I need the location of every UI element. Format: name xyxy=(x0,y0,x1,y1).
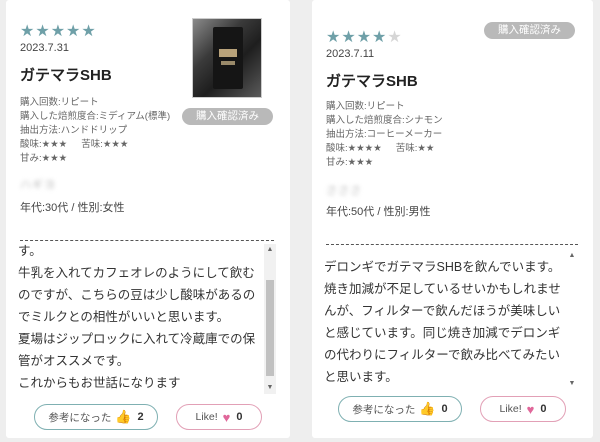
purchase-count: 購入回数:リピート xyxy=(20,97,99,108)
review-card-2: ★★★★★ 購入確認済み 2023.7.11 ガテマラSHB 購入回数:リピート… xyxy=(312,0,593,438)
review-paragraph: これからもお世話になります xyxy=(18,376,181,390)
scroll-down-arrow-icon[interactable]: ▼ xyxy=(264,382,276,394)
bitterness-rating: 苦味:★★★ xyxy=(81,139,129,150)
helpful-count: 2 xyxy=(137,411,144,423)
review-body: す。 牛乳を入れてカフェオレのようにして飲むのですが、こちらの豆は少し酸味がある… xyxy=(18,240,262,396)
like-label: Like! xyxy=(499,403,522,415)
review-card-1: ★★★★★ 2023.7.31 ガテマラSHB 購入確認済み 購入回数:リピート… xyxy=(6,0,290,438)
star-icon: ★ xyxy=(81,23,97,40)
review-paragraph: す。 xyxy=(18,244,42,258)
review-paragraph: 夏場はジップロックに入れて冷蔵庫での保管がオススメです。 xyxy=(18,332,256,368)
sweetness-rating: 甘み:★★★ xyxy=(20,153,68,164)
helpful-button[interactable]: 参考になった 👍 0 xyxy=(338,396,462,422)
review-paragraph: デロンギでガテマラSHBを飲んでいます。焼き加減が不足しているせいかもしれません… xyxy=(324,260,561,384)
review-meta: 購入回数:リピート 購入した焙煎度合:ミディアム(標準) 抽出方法:ハンドドリッ… xyxy=(20,96,170,166)
helpful-label: 参考になった xyxy=(352,403,416,416)
purchase-count: 購入回数:リピート xyxy=(326,101,405,112)
heart-icon: ♥ xyxy=(222,409,231,425)
review-title: ガテマラSHB xyxy=(20,67,112,84)
divider xyxy=(326,244,578,245)
taste-row: 酸味:★★★★ 苦味:★★ xyxy=(326,142,443,156)
verified-purchase-badge: 購入確認済み xyxy=(484,22,575,39)
star-icon: ★ xyxy=(326,29,342,46)
review-date: 2023.7.11 xyxy=(326,48,375,60)
sweetness-rating: 甘み:★★★ xyxy=(326,157,374,168)
review-meta: 購入回数:リピート 購入した焙煎度合:シナモン 抽出方法:コーヒーメーカー 酸味… xyxy=(326,100,443,170)
review-scrollbar[interactable]: ▲ ▼ xyxy=(264,244,276,394)
scroll-up-arrow-icon[interactable]: ▲ xyxy=(566,250,578,262)
scroll-thumb[interactable] xyxy=(266,280,274,376)
star-icon: ★ xyxy=(356,29,373,46)
rating-stars: ★★★★★ xyxy=(326,30,403,46)
bitterness-rating: 苦味:★★ xyxy=(395,143,435,154)
extraction-method: 抽出方法:ハンドドリップ xyxy=(20,125,128,136)
star-empty-icon: ★ xyxy=(387,29,403,46)
acidity-rating: 酸味:★★★★ xyxy=(326,143,382,154)
thumbs-up-icon: 👍 xyxy=(115,409,132,424)
rating-stars: ★★★★★ xyxy=(20,24,97,40)
star-icon: ★ xyxy=(372,29,388,46)
helpful-count: 0 xyxy=(441,403,448,415)
review-date: 2023.7.31 xyxy=(20,42,69,54)
like-button[interactable]: Like! ♥ 0 xyxy=(480,396,566,422)
roast-level: 購入した焙煎度合:シナモン xyxy=(326,115,443,126)
like-button[interactable]: Like! ♥ 0 xyxy=(176,404,262,430)
reviewer-demographics: 年代:30代 / 性別:女性 xyxy=(20,202,125,214)
star-icon: ★ xyxy=(66,23,82,40)
extraction-method: 抽出方法:コーヒーメーカー xyxy=(326,129,443,140)
heart-icon: ♥ xyxy=(526,401,535,417)
helpful-button[interactable]: 参考になった 👍 2 xyxy=(34,404,158,430)
review-body: デロンギでガテマラSHBを飲んでいます。焼き加減が不足しているせいかもしれません… xyxy=(324,256,568,388)
like-count: 0 xyxy=(540,403,547,415)
reviewer-name: ハギヨ xyxy=(20,179,56,191)
helpful-label: 参考になった xyxy=(48,411,112,424)
acidity-rating: 酸味:★★★ xyxy=(20,139,68,150)
scroll-down-arrow-icon[interactable]: ▼ xyxy=(566,378,578,390)
reviewer-name: さささ xyxy=(326,185,362,197)
review-scrollbar[interactable]: ▲ ▼ xyxy=(566,250,578,390)
taste-row: 酸味:★★★ 苦味:★★★ xyxy=(20,138,170,152)
review-title: ガテマラSHB xyxy=(326,73,418,90)
roast-level: 購入した焙煎度合:ミディアム(標準) xyxy=(20,111,171,122)
like-label: Like! xyxy=(195,411,218,423)
like-count: 0 xyxy=(236,411,243,423)
star-icon: ★ xyxy=(341,29,357,46)
verified-purchase-badge: 購入確認済み xyxy=(182,108,273,125)
thumbs-up-icon: 👍 xyxy=(419,401,436,416)
product-thumbnail[interactable] xyxy=(192,18,262,98)
star-icon: ★ xyxy=(20,23,36,40)
review-paragraph: 牛乳を入れてカフェオレのようにして飲むのですが、こちらの豆は少し酸味があるのでミ… xyxy=(18,266,256,324)
scroll-up-arrow-icon[interactable]: ▲ xyxy=(264,244,276,256)
star-icon: ★ xyxy=(50,23,67,40)
star-icon: ★ xyxy=(35,23,51,40)
reviewer-demographics: 年代:50代 / 性別:男性 xyxy=(326,206,431,218)
